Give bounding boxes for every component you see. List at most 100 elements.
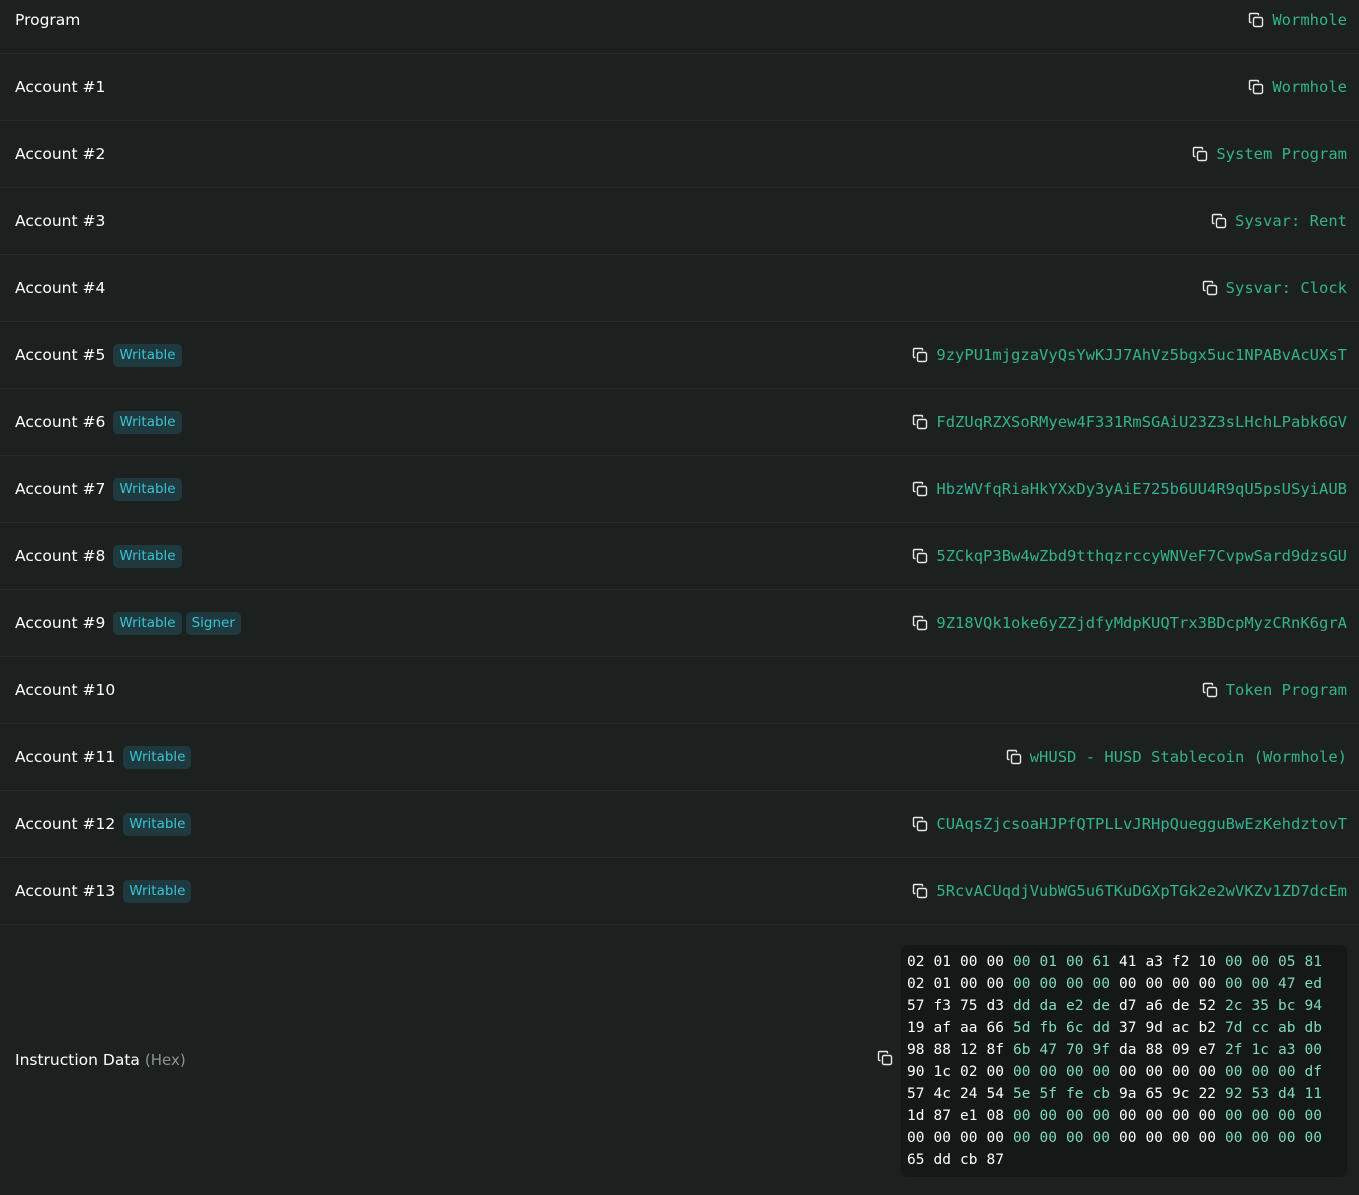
hex-byte: 1c [1251,1042,1269,1058]
hex-byte: 92 [1225,1086,1243,1102]
copy-icon[interactable] [912,481,928,497]
account-address-text[interactable]: Sysvar: Clock [1226,279,1347,297]
writable-badge: Writable [113,544,182,568]
hex-byte: bc [1278,998,1296,1014]
hex-byte: 4c [933,1086,951,1102]
hex-byte: 66 [986,1020,1004,1036]
account-address-text[interactable]: System Program [1216,145,1347,163]
hex-byte: 00 [960,954,978,970]
copy-icon[interactable] [912,816,928,832]
copy-icon[interactable] [1202,280,1218,296]
hex-byte: 00 [1119,1108,1137,1124]
account-address-link[interactable]: System Program [1192,121,1347,187]
copy-icon[interactable] [877,1050,893,1066]
hex-line: 02 01 00 00 00 01 00 61 41 a3 f2 10 00 00 05 81 [907,951,1347,973]
account-address-text[interactable]: 5ZCkqP3Bw4wZbd9tthqzrccyWNVeF7CvpwSard9d… [936,547,1347,565]
signer-badge: Signer [185,611,241,635]
hex-byte: 00 [960,1130,978,1146]
account-address-text[interactable]: Token Program [1226,681,1347,699]
row-label-text: Account #5 [15,346,106,364]
copy-icon[interactable] [912,615,928,631]
copy-icon[interactable] [1006,749,1022,765]
row-label-text: Account #11 [15,748,116,766]
account-row: Account #4 Sysvar: Clock [0,255,1359,322]
row-label-text: Account #13 [15,882,116,900]
hex-byte: 22 [1198,1086,1216,1102]
account-address-text[interactable]: FdZUqRZXSoRMyew4F331RmSGAiU23Z3sLHchLPab… [936,413,1347,431]
hex-format-label: (Hex) [144,1051,186,1069]
hex-byte: 00 [1092,1108,1110,1124]
hex-byte: 00 [1198,1064,1216,1080]
hex-byte: df [1304,1064,1322,1080]
account-address-link[interactable]: Wormhole [1248,0,1347,40]
row-label: Account #8 Writable [15,523,182,589]
hex-byte: 00 [1013,1130,1031,1146]
hex-byte: fb [1039,1020,1057,1036]
hex-byte: 00 [1013,1108,1031,1124]
hex-byte: 47 [1278,976,1296,992]
account-address-link[interactable]: Sysvar: Clock [1202,255,1347,321]
account-address-text[interactable]: 9zyPU1mjgzaVyQsYwKJJ7AhVz5bgx5uc1NPABvAc… [936,346,1347,364]
account-address-link[interactable]: CUAqsZjcsoaHJPfQTPLLvJRHpQuegguBwEzKehdz… [912,791,1347,857]
hex-byte: 00 [1013,976,1031,992]
writable-badge: Writable [113,611,182,635]
account-address-text[interactable]: Wormhole [1272,78,1347,96]
account-address-link[interactable]: 9zyPU1mjgzaVyQsYwKJJ7AhVz5bgx5uc1NPABvAc… [912,322,1347,388]
copy-icon[interactable] [912,414,928,430]
account-row: Account #1 Wormhole [0,54,1359,121]
account-address-text[interactable]: 5RcvACUqdjVubWG5u6TKuDGXpTGk2e2wVKZv1ZD7… [936,882,1347,900]
hex-byte: 00 [1225,1130,1243,1146]
account-address-link[interactable]: 9Z18VQk1oke6yZZjdfyMdpKUQTrx3BDcpMyzCRnK… [912,590,1347,656]
account-address-link[interactable]: HbzWVfqRiaHkYXxDy3yAiE725b6UU4R9qU5psUSy… [912,456,1347,522]
hex-byte: b2 [1198,1020,1216,1036]
hex-line: 1d 87 e1 08 00 00 00 00 00 00 00 00 00 00 00 00 [907,1105,1347,1127]
row-label-text: Account #7 [15,480,106,498]
hex-byte: da [1119,1042,1137,1058]
copy-icon[interactable] [912,883,928,899]
hex-byte: 00 [1172,1064,1190,1080]
hex-byte: 00 [1198,1130,1216,1146]
account-address-text[interactable]: Sysvar: Rent [1235,212,1347,230]
copy-icon[interactable] [1248,12,1264,28]
hex-line: 98 88 12 8f 6b 47 70 9f da 88 09 e7 2f 1c a3 00 [907,1039,1347,1061]
writable-badge: Writable [113,410,182,434]
hex-byte: a3 [1278,1042,1296,1058]
account-address-text[interactable]: Wormhole [1272,11,1347,29]
account-row: Account #11 Writable wHUSD - HUSD Stableco… [0,724,1359,791]
hex-byte: 87 [933,1108,951,1124]
copy-icon[interactable] [912,347,928,363]
hex-byte: 00 [1198,976,1216,992]
copy-icon[interactable] [1211,213,1227,229]
hex-byte: 9a [1119,1086,1137,1102]
account-address-text[interactable]: wHUSD - HUSD Stablecoin (Wormhole) [1030,748,1347,766]
account-row: Account #5 Writable 9zyPU1mjgzaVyQsYwKJJ7A… [0,322,1359,389]
row-label-text: Account #8 [15,547,106,565]
hex-byte: 9f [1092,1042,1110,1058]
copy-icon[interactable] [1248,79,1264,95]
hex-byte: 00 [1039,1064,1057,1080]
hex-byte: cb [1092,1086,1110,1102]
account-address-link[interactable]: Token Program [1202,657,1347,723]
hex-byte: 00 [1092,1064,1110,1080]
account-row: Account #3 Sysvar: Rent [0,188,1359,255]
hex-byte: 00 [1145,1108,1163,1124]
instruction-data-row: Instruction Data (Hex) 02 01 00 00 00 01 00 61 41 a… [0,925,1359,1191]
account-address-link[interactable]: Wormhole [1248,54,1347,120]
copy-icon[interactable] [1192,146,1208,162]
account-address-link[interactable]: Sysvar: Rent [1211,188,1347,254]
instruction-accounts-table: Program Wormhole Account #1 Wormhole Account… [0,0,1359,1191]
account-address-link[interactable]: 5RcvACUqdjVubWG5u6TKuDGXpTGk2e2wVKZv1ZD7… [912,858,1347,924]
account-address-link[interactable]: wHUSD - HUSD Stablecoin (Wormhole) [1006,724,1347,790]
hex-byte: 87 [986,1152,1004,1168]
account-address-link[interactable]: FdZUqRZXSoRMyew4F331RmSGAiU23Z3sLHchLPab… [912,389,1347,455]
hex-byte: 00 [1066,954,1084,970]
hex-byte: 10 [1198,954,1216,970]
hex-byte: 88 [1145,1042,1163,1058]
account-address-text[interactable]: 9Z18VQk1oke6yZZjdfyMdpKUQTrx3BDcpMyzCRnK… [936,614,1347,632]
account-address-text[interactable]: HbzWVfqRiaHkYXxDy3yAiE725b6UU4R9qU5psUSy… [936,480,1347,498]
account-address-text[interactable]: CUAqsZjcsoaHJPfQTPLLvJRHpQuegguBwEzKehdz… [936,815,1347,833]
account-address-link[interactable]: 5ZCkqP3Bw4wZbd9tthqzrccyWNVeF7CvpwSard9d… [912,523,1347,589]
copy-icon[interactable] [1202,682,1218,698]
copy-icon[interactable] [912,548,928,564]
hex-byte: 00 [1119,1130,1137,1146]
